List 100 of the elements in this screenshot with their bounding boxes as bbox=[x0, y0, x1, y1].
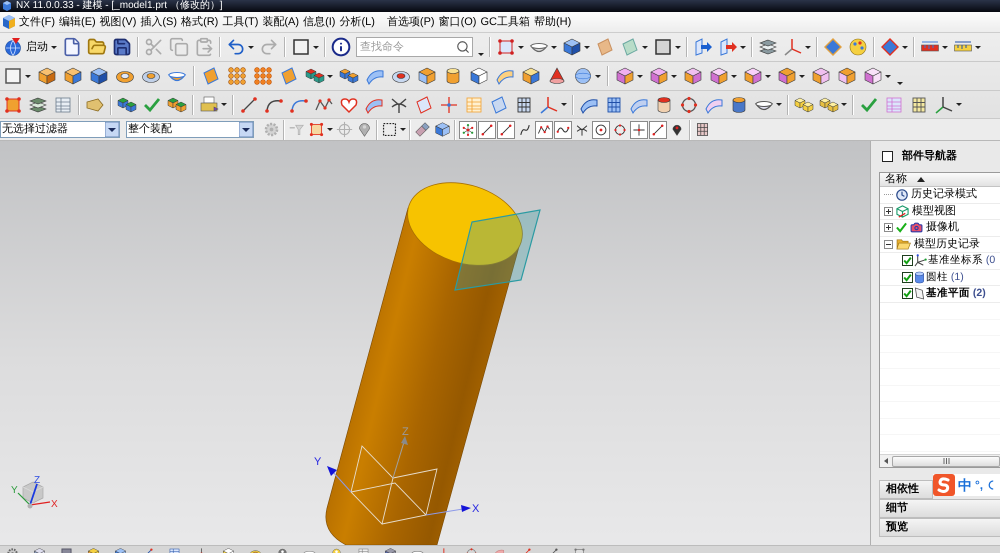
undo-icon[interactable] bbox=[226, 37, 246, 57]
cube-icon[interactable] bbox=[114, 547, 127, 553]
dropdown-arrow-icon[interactable] bbox=[239, 122, 253, 137]
arc-icon[interactable] bbox=[986, 479, 994, 491]
plane-icon[interactable] bbox=[489, 94, 509, 114]
square-icon[interactable] bbox=[291, 37, 311, 57]
cube-icon[interactable] bbox=[562, 37, 582, 57]
axes-icon[interactable] bbox=[934, 94, 954, 114]
caret-icon[interactable] bbox=[248, 46, 254, 48]
diamond-icon[interactable] bbox=[880, 37, 900, 57]
cube-icon[interactable] bbox=[63, 66, 83, 86]
file-icon[interactable] bbox=[62, 37, 82, 57]
caret-icon[interactable] bbox=[478, 53, 484, 56]
caret-icon[interactable] bbox=[975, 46, 981, 48]
cube-icon[interactable] bbox=[384, 547, 397, 553]
cube-icon[interactable] bbox=[811, 66, 831, 86]
plane-icon[interactable] bbox=[279, 66, 299, 86]
arrow-panel-icon[interactable] bbox=[718, 37, 738, 57]
horizontal-scrollbar[interactable] bbox=[880, 454, 1000, 467]
cube-icon[interactable] bbox=[743, 66, 763, 86]
scope-dropdown[interactable]: 整个装配 bbox=[126, 121, 254, 138]
caret-icon[interactable] bbox=[595, 74, 601, 78]
eraser-icon[interactable] bbox=[414, 121, 431, 138]
snap-toggle[interactable] bbox=[592, 120, 610, 138]
menu-item[interactable]: 插入(S) bbox=[138, 15, 180, 29]
menu-item[interactable]: 编辑(E) bbox=[57, 15, 98, 29]
expand-icon[interactable] bbox=[884, 223, 893, 232]
cube-icon[interactable] bbox=[615, 66, 635, 86]
caret-icon[interactable] bbox=[327, 128, 333, 131]
menu-item[interactable]: 视图(V) bbox=[98, 15, 138, 29]
menu-item[interactable]: 格式(R) bbox=[179, 15, 220, 29]
cube-icon[interactable] bbox=[417, 66, 437, 86]
caret-icon[interactable] bbox=[675, 46, 681, 48]
cube-icon[interactable] bbox=[89, 66, 109, 86]
plane-icon[interactable] bbox=[414, 94, 434, 114]
snap-toggle[interactable] bbox=[478, 120, 496, 138]
line-icon[interactable] bbox=[239, 94, 259, 114]
tree-item[interactable]: 圆柱 (1) bbox=[926, 270, 964, 284]
table-icon[interactable] bbox=[168, 547, 181, 553]
search-icon[interactable] bbox=[456, 40, 470, 54]
circle-points-icon[interactable] bbox=[465, 547, 478, 553]
menu-item[interactable]: 信息(I) bbox=[301, 15, 338, 29]
caret-icon[interactable] bbox=[805, 46, 811, 48]
pin-icon[interactable] bbox=[276, 547, 289, 553]
menu-item[interactable]: GC工具箱 bbox=[478, 15, 532, 29]
cubes-icon[interactable] bbox=[339, 66, 359, 86]
caret-icon[interactable] bbox=[313, 46, 319, 48]
caret-icon[interactable] bbox=[841, 103, 847, 106]
tree-item[interactable]: 基准坐标系 (0 bbox=[928, 254, 996, 268]
column-header[interactable]: 名称 bbox=[880, 173, 1000, 187]
frame-icon[interactable] bbox=[573, 547, 586, 553]
caret-icon[interactable] bbox=[561, 103, 567, 106]
gear-icon[interactable] bbox=[6, 547, 19, 553]
expand-icon[interactable] bbox=[884, 206, 893, 216]
dropdown-arrow-icon[interactable] bbox=[105, 122, 119, 137]
circle-points-icon[interactable] bbox=[679, 94, 699, 114]
folder-icon[interactable] bbox=[87, 37, 107, 57]
tree-item[interactable]: 历史记录模式 bbox=[911, 188, 977, 202]
globe-icon[interactable] bbox=[3, 37, 23, 57]
cube-icon[interactable] bbox=[37, 66, 57, 86]
menu-item[interactable]: 分析(L) bbox=[337, 15, 377, 29]
palette-icon[interactable] bbox=[848, 37, 868, 57]
square-icon[interactable] bbox=[3, 66, 23, 86]
tree-item[interactable]: 摄像机 bbox=[926, 221, 959, 234]
app-logo-icon[interactable] bbox=[2, 15, 16, 29]
layers-icon[interactable] bbox=[758, 37, 778, 57]
start-button[interactable]: 启动 bbox=[3, 37, 57, 57]
collapse-icon[interactable] bbox=[884, 240, 893, 249]
axes-icon[interactable] bbox=[783, 37, 803, 57]
caret-icon[interactable] bbox=[551, 46, 557, 48]
caret-icon[interactable] bbox=[671, 74, 677, 78]
menu-item[interactable]: 窗口(O) bbox=[436, 15, 478, 29]
snap-toggle[interactable] bbox=[459, 120, 477, 138]
frame-icon[interactable] bbox=[308, 121, 325, 138]
filter-dropdown[interactable]: 无选择过滤器 bbox=[0, 121, 120, 138]
cone-icon[interactable] bbox=[547, 66, 567, 86]
layers-icon[interactable] bbox=[28, 94, 48, 114]
snap-toggle[interactable] bbox=[535, 120, 553, 138]
cube-icon[interactable] bbox=[222, 547, 235, 553]
caret-icon[interactable] bbox=[776, 103, 782, 106]
caret-icon[interactable] bbox=[740, 46, 746, 48]
caret-icon[interactable] bbox=[799, 74, 805, 78]
tree-item[interactable]: 模型历史记录 bbox=[914, 238, 980, 251]
diamond-icon[interactable] bbox=[823, 37, 843, 57]
scrollbar-thumb[interactable] bbox=[892, 456, 1000, 466]
cube-icon[interactable] bbox=[469, 66, 489, 86]
cube-icon[interactable] bbox=[863, 66, 883, 86]
cube-icon[interactable] bbox=[683, 66, 703, 86]
panel-header[interactable]: 预览 bbox=[879, 518, 1000, 537]
caret-icon[interactable] bbox=[902, 46, 908, 48]
cubes-icon[interactable] bbox=[305, 66, 325, 86]
square-icon[interactable] bbox=[882, 151, 893, 162]
snap-toggle[interactable] bbox=[497, 120, 515, 138]
caret-icon[interactable] bbox=[642, 46, 648, 48]
ime-logo-icon[interactable] bbox=[933, 474, 955, 496]
arrow-panel-icon[interactable] bbox=[693, 37, 713, 57]
dot-grid-icon[interactable] bbox=[253, 66, 273, 86]
caret-icon[interactable] bbox=[518, 46, 524, 48]
checkbox[interactable] bbox=[902, 255, 913, 266]
menu-item[interactable]: 文件(F) bbox=[17, 15, 58, 29]
